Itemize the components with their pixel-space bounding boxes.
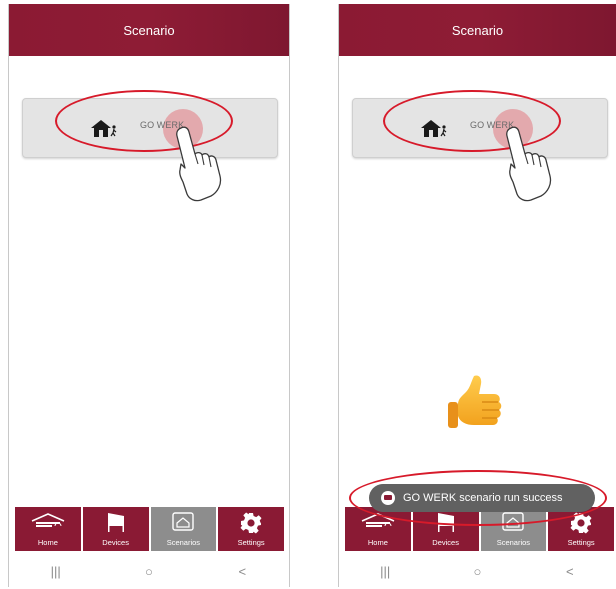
tab-label: Scenarios [496, 538, 531, 547]
phone-screen-after: Scenario GO WERK Home Devices Scenarios … [338, 4, 616, 587]
home-button[interactable]: ○ [134, 564, 164, 579]
home-button[interactable]: ○ [462, 564, 492, 579]
phone-screen-before: Scenario GO WERK Home Devices Scenarios … [8, 4, 290, 587]
tab-label: Home [367, 538, 388, 547]
page-title: Scenario [123, 22, 175, 38]
system-nav-bar: ||| ○ < [9, 555, 289, 587]
tab-label: Settings [567, 538, 595, 547]
pointing-hand-icon [506, 126, 552, 202]
system-nav-bar: ||| ○ < [339, 555, 616, 587]
devices-icon [107, 513, 124, 532]
title-bar: Scenario [339, 4, 616, 56]
tab-label: Devices [102, 538, 129, 547]
back-button[interactable]: < [555, 564, 585, 579]
tab-label: Home [37, 538, 58, 547]
tab-label: Settings [237, 538, 265, 547]
gear-icon [240, 512, 262, 534]
recents-button[interactable]: ||| [41, 564, 71, 579]
home-icon [31, 513, 65, 527]
bottom-tab-bar: Home Devices Scenarios Settings [15, 507, 284, 551]
tab-label: Devices [432, 538, 459, 547]
back-button[interactable]: < [227, 564, 257, 579]
tab-devices[interactable]: Devices [82, 507, 149, 551]
title-bar: Scenario [9, 4, 289, 56]
tab-home[interactable]: Home [15, 507, 81, 551]
recents-button[interactable]: ||| [370, 564, 400, 579]
pointing-hand-icon [176, 126, 222, 202]
thumbs-up-icon [448, 375, 502, 428]
tab-settings[interactable]: Settings [218, 507, 284, 551]
tab-scenarios[interactable]: Scenarios [150, 507, 217, 551]
scenarios-icon [172, 512, 195, 531]
page-title: Scenario [451, 22, 504, 38]
toast-highlight-ellipse [349, 470, 607, 526]
tab-label: Scenarios [166, 538, 201, 547]
